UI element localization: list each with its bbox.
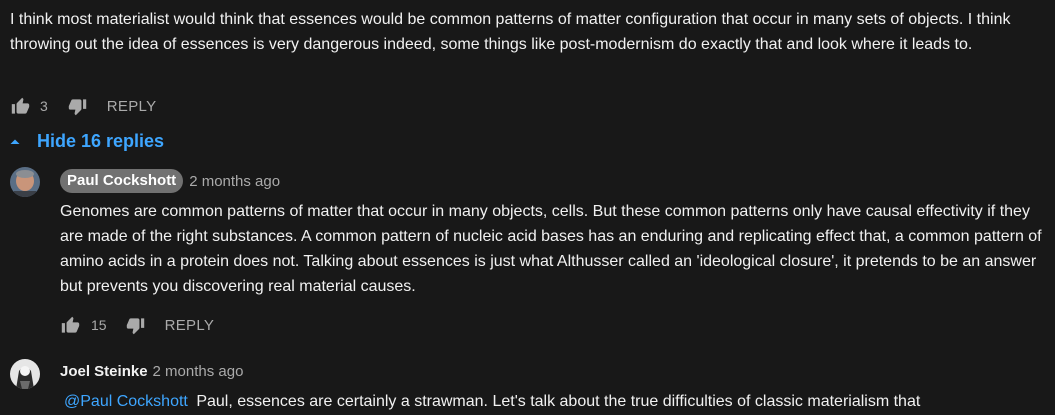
like-count: 3 [40, 98, 48, 114]
chevron-up-icon [9, 136, 21, 148]
like-count: 15 [91, 317, 107, 333]
hide-replies-label: Hide 16 replies [37, 131, 165, 151]
avatar[interactable] [10, 167, 40, 197]
reply-text-line: @Paul Cockshott Paul, essences are certa… [64, 389, 1054, 414]
thumbs-up-icon[interactable] [60, 316, 81, 335]
timestamp[interactable]: 2 months ago [153, 362, 244, 381]
mention-link[interactable]: @Paul Cockshott [64, 393, 188, 410]
comment-text: I think most materialist would think tha… [10, 11, 1011, 53]
hide-replies-button[interactable]: Hide 16 replies [9, 131, 164, 152]
reply-button[interactable]: REPLY [165, 317, 215, 334]
thumbs-down-icon[interactable] [67, 97, 88, 116]
comment-actions: 3 REPLY [10, 96, 156, 116]
thumbs-down-icon[interactable] [125, 316, 146, 335]
author-name[interactable]: Joel Steinke [60, 362, 148, 381]
reply-text: Genomes are common patterns of matter th… [60, 203, 1042, 295]
thumbs-up-icon[interactable] [10, 97, 31, 116]
reply-header: Paul Cockshott 2 months ago [60, 169, 280, 193]
reply-actions: 15 REPLY [60, 315, 214, 335]
reply-text: Paul, essences are certainly a strawman.… [196, 393, 921, 410]
author-name[interactable]: Paul Cockshott [60, 169, 184, 193]
reply-button[interactable]: REPLY [107, 98, 157, 115]
reply-header: Joel Steinke 2 months ago [60, 362, 243, 381]
timestamp[interactable]: 2 months ago [189, 172, 280, 191]
avatar[interactable] [10, 359, 40, 389]
